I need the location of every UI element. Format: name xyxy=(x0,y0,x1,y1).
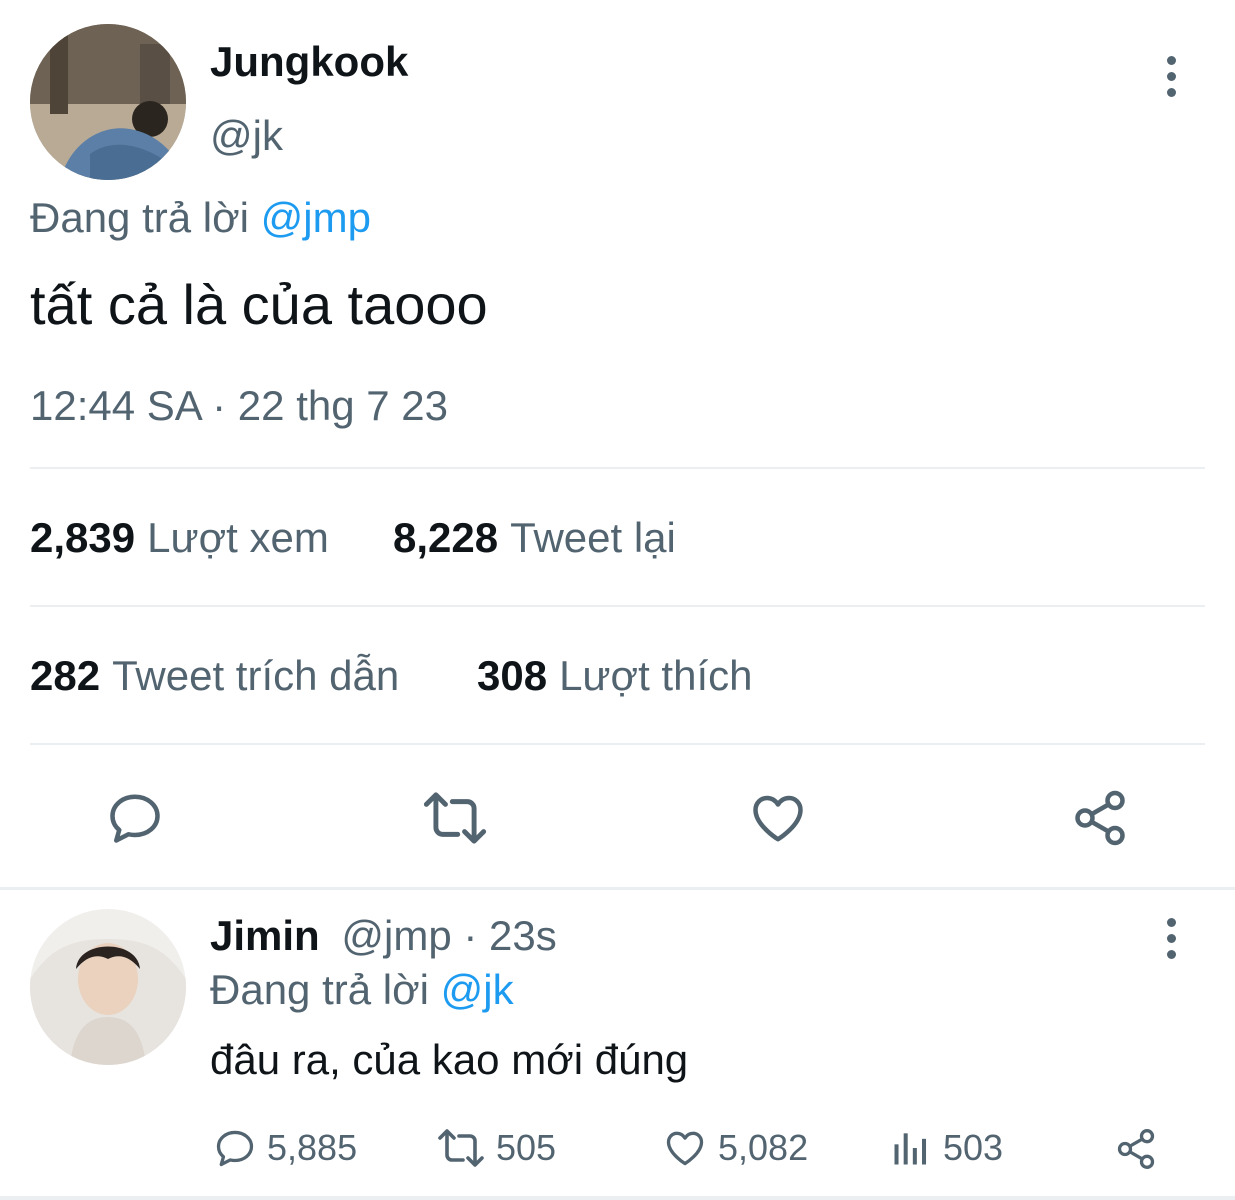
author-handle[interactable]: @jk xyxy=(210,112,283,160)
views-count: 503 xyxy=(943,1127,1004,1168)
divider xyxy=(30,743,1205,745)
share-icon[interactable] xyxy=(1070,788,1130,848)
reply-replies-action[interactable]: 5,885 xyxy=(213,1126,357,1170)
reply-replying-to-handle[interactable]: @jk xyxy=(441,966,514,1013)
reply-text: đâu ra, của kao mới đúng xyxy=(210,1036,689,1083)
like-icon[interactable] xyxy=(748,788,808,848)
quotes-stat[interactable]: 282 Tweet trích dẫn xyxy=(30,652,399,700)
quotes-label: Tweet trích dẫn xyxy=(112,652,400,699)
reply-author-name[interactable]: Jimin xyxy=(210,912,320,959)
retweets-count: 8,228 xyxy=(393,514,499,561)
likes-label: Lượt thích xyxy=(559,652,753,699)
replying-to-handle[interactable]: @jmp xyxy=(261,194,371,241)
author-avatar[interactable] xyxy=(30,24,186,180)
views-icon xyxy=(889,1126,933,1170)
retweet-icon xyxy=(436,1126,486,1170)
like-count: 5,082 xyxy=(718,1127,809,1168)
views-stat: 2,839 Lượt xem xyxy=(30,514,329,562)
reply-retweets-action[interactable]: 505 xyxy=(436,1126,556,1170)
reply-replying-to: Đang trả lời @jk xyxy=(210,966,514,1014)
tweet-text: tất cả là của taooo xyxy=(30,273,488,336)
bottom-separator xyxy=(0,1196,1235,1200)
reply-time[interactable]: · 23s xyxy=(463,912,556,959)
likes-stat[interactable]: 308 Lượt thích xyxy=(477,652,753,700)
views-label: Lượt xem xyxy=(147,514,329,561)
replying-to: Đang trả lời @jmp xyxy=(30,194,371,242)
reply-author-avatar[interactable] xyxy=(30,909,186,1065)
likes-count: 308 xyxy=(477,652,548,699)
quotes-count: 282 xyxy=(30,652,101,699)
reply-views-action[interactable]: 503 xyxy=(889,1126,1003,1170)
retweets-label: Tweet lại xyxy=(510,514,676,561)
reply-header: Jimin @jmp · 23s xyxy=(210,912,557,960)
replying-prefix: Đang trả lời xyxy=(30,194,249,241)
like-icon xyxy=(662,1126,708,1170)
reply-author-handle[interactable]: @jmp xyxy=(341,912,451,959)
more-options-icon[interactable] xyxy=(1161,56,1181,97)
retweets-stat[interactable]: 8,228 Tweet lại xyxy=(393,514,676,562)
reply-replying-prefix: Đang trả lời xyxy=(210,966,429,1013)
divider xyxy=(30,467,1205,469)
reply-icon xyxy=(213,1126,257,1170)
reply-share-icon[interactable] xyxy=(1114,1127,1158,1171)
reply-more-options-icon[interactable] xyxy=(1161,918,1181,959)
tweet-timestamp[interactable]: 12:44 SA · 22 thg 7 23 xyxy=(30,382,448,430)
retweet-icon[interactable] xyxy=(422,788,488,848)
section-separator xyxy=(0,887,1235,890)
divider xyxy=(30,605,1205,607)
author-name[interactable]: Jungkook xyxy=(210,38,408,86)
retweet-count: 505 xyxy=(496,1127,557,1168)
reply-icon[interactable] xyxy=(104,788,166,848)
reply-likes-action[interactable]: 5,082 xyxy=(662,1126,808,1170)
reply-count: 5,885 xyxy=(267,1127,358,1168)
views-count: 2,839 xyxy=(30,514,136,561)
